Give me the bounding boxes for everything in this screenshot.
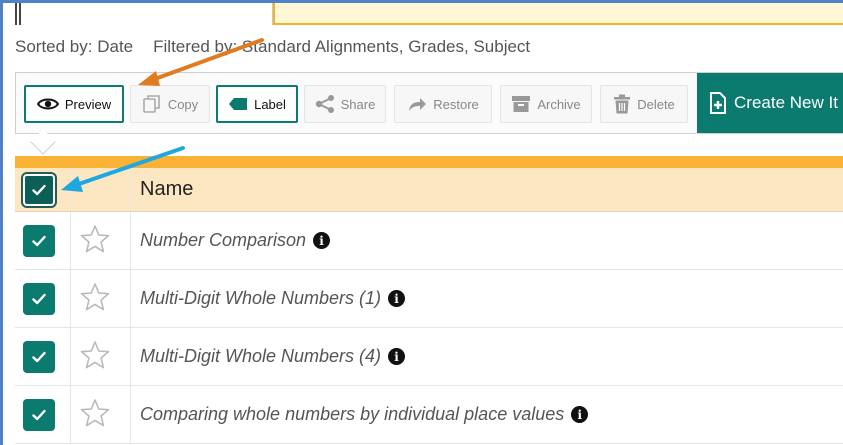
table-row[interactable]: Comparing whole numbers by individual pl… (15, 386, 843, 444)
delete-label: Delete (637, 96, 675, 112)
preview-label: Preview (64, 96, 112, 112)
copy-button[interactable]: Copy (130, 85, 210, 123)
top-strip-cell (15, 3, 21, 25)
star-icon[interactable] (80, 282, 110, 312)
checkmark-icon (32, 409, 46, 421)
filtered-by-text: Filtered by: Standard Alignments, Grades… (153, 37, 531, 56)
share-label: Share (340, 96, 376, 112)
copy-icon (143, 95, 160, 113)
top-strip-cell (25, 3, 273, 25)
item-name-link[interactable]: Comparing whole numbers by individual pl… (140, 404, 564, 425)
item-name-link[interactable]: Multi-Digit Whole Numbers (1) (140, 288, 381, 309)
restore-button[interactable]: Restore (394, 85, 492, 123)
tag-icon (229, 98, 248, 110)
share-icon (315, 95, 334, 113)
delete-button[interactable]: Delete (600, 85, 688, 123)
table-row[interactable]: Multi-Digit Whole Numbers (1) i (15, 270, 843, 328)
select-all-checkbox[interactable] (23, 174, 55, 206)
info-icon[interactable]: i (388, 290, 406, 307)
archive-label: Archive (537, 96, 581, 112)
info-icon[interactable]: i (388, 348, 406, 365)
item-name-link[interactable]: Number Comparison (140, 230, 306, 251)
row-checkbox[interactable] (23, 341, 55, 373)
row-select-cell (15, 212, 71, 269)
info-icon[interactable]: i (313, 232, 331, 249)
sort-filter-bar: Sorted by: Date Filtered by: Standard Ali… (15, 37, 530, 57)
table-row[interactable]: Multi-Digit Whole Numbers (4) i (15, 328, 843, 386)
row-star-cell (71, 328, 131, 385)
star-icon[interactable] (80, 398, 110, 428)
row-star-cell (71, 270, 131, 327)
select-column-header (15, 168, 71, 211)
action-toolbar: Preview Copy Label Share Restore Archive… (15, 72, 843, 155)
table-header-bar (15, 156, 843, 168)
item-name-link[interactable]: Multi-Digit Whole Numbers (4) (140, 346, 381, 367)
row-name-cell: Comparing whole numbers by individual pl… (140, 386, 589, 443)
items-table: Name Number Comparison i Multi-Digit Who… (15, 156, 843, 444)
row-checkbox[interactable] (23, 225, 55, 257)
archive-icon (512, 96, 531, 112)
star-icon[interactable] (80, 340, 110, 370)
trash-icon (614, 94, 631, 114)
create-new-item-button[interactable]: Create New It (697, 73, 843, 133)
share-button[interactable]: Share (304, 85, 386, 123)
table-row[interactable]: Number Comparison i (15, 212, 843, 270)
row-name-cell: Multi-Digit Whole Numbers (4) i (140, 328, 406, 385)
row-star-cell (71, 386, 131, 443)
top-strip-highlight (273, 3, 843, 25)
row-name-cell: Number Comparison i (140, 212, 331, 269)
create-new-label: Create New It (734, 93, 838, 112)
checkmark-icon (32, 293, 46, 305)
eye-icon (36, 98, 59, 110)
row-select-cell (15, 270, 71, 327)
sorted-by-text: Sorted by: Date (15, 37, 134, 56)
copy-label: Copy (167, 96, 199, 112)
new-document-icon (710, 92, 726, 114)
row-select-cell (15, 386, 71, 443)
row-checkbox[interactable] (23, 399, 55, 431)
table-header: Name (15, 168, 843, 212)
checkmark-icon (32, 351, 46, 363)
label-button[interactable]: Label (216, 85, 298, 123)
name-column-header[interactable]: Name (140, 168, 193, 211)
row-name-cell: Multi-Digit Whole Numbers (1) i (140, 270, 406, 327)
row-star-cell (71, 212, 131, 269)
restore-label: Restore (433, 96, 479, 112)
info-icon[interactable]: i (571, 406, 589, 423)
forward-arrow-icon (409, 98, 427, 111)
checkmark-icon (32, 184, 46, 196)
preview-button[interactable]: Preview (24, 85, 124, 123)
top-strip (3, 3, 843, 25)
row-checkbox[interactable] (23, 283, 55, 315)
checkmark-icon (32, 235, 46, 247)
archive-button[interactable]: Archive (500, 85, 592, 123)
label-label: Label (254, 96, 286, 112)
star-icon[interactable] (80, 224, 110, 254)
star-column-header (71, 168, 131, 211)
row-select-cell (15, 328, 71, 385)
